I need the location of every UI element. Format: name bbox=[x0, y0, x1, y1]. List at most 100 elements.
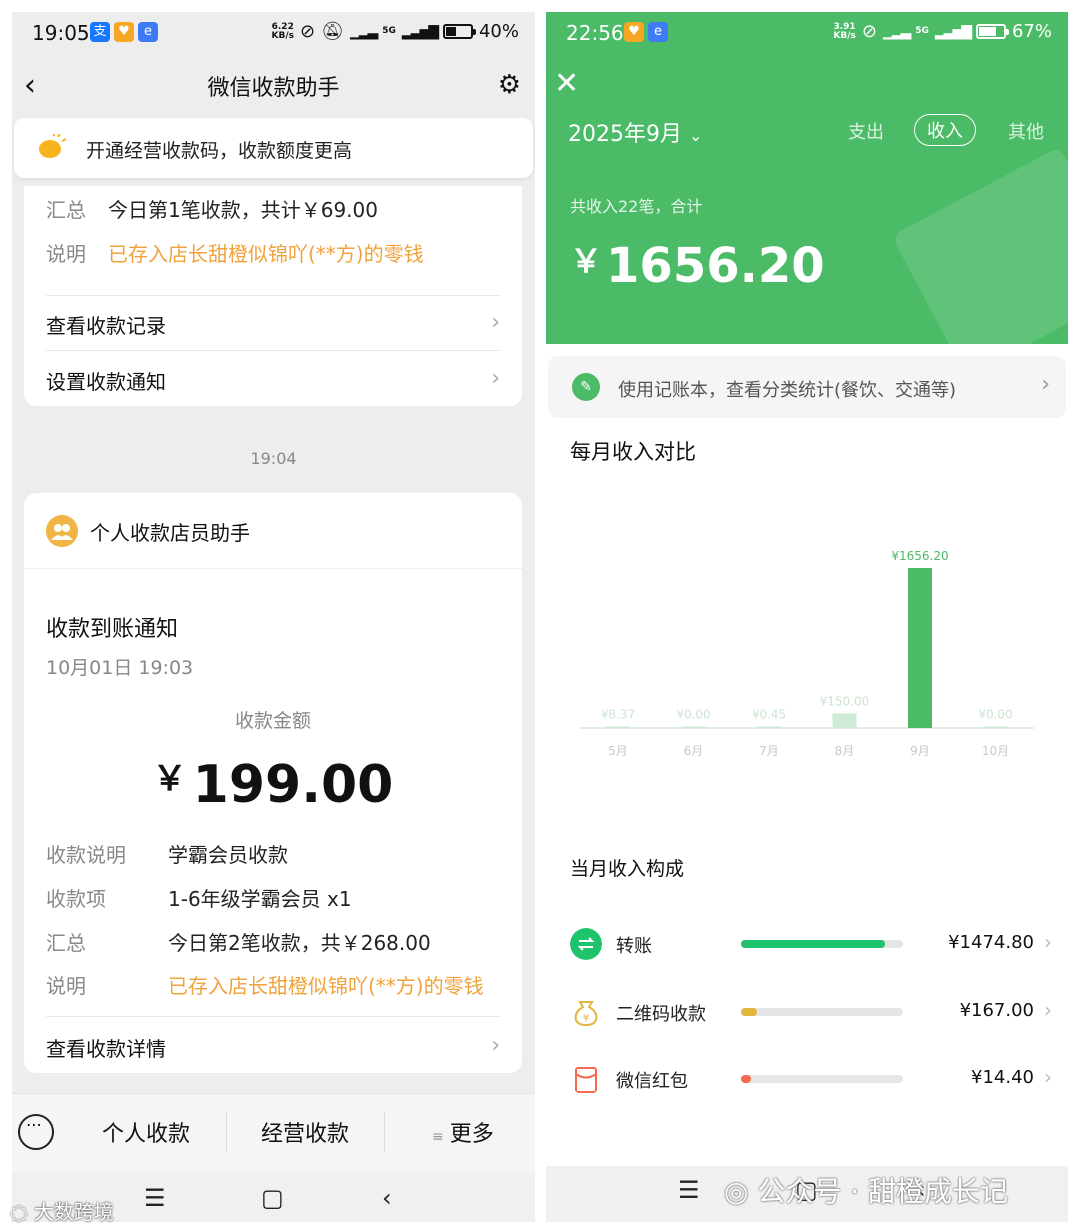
menu-more[interactable]: ≡ 更多 bbox=[432, 1116, 494, 1148]
row-key: 汇总 bbox=[46, 931, 86, 955]
composition-row-transfer[interactable]: 转账 ¥1474.80 › bbox=[546, 922, 1068, 972]
receipt-decoration bbox=[891, 146, 1068, 344]
status-app-icons: 支 ♥ e bbox=[90, 22, 158, 42]
link-label: 设置收款通知 bbox=[46, 370, 166, 394]
network-type: 5G bbox=[915, 26, 929, 36]
bar-1 bbox=[681, 726, 706, 728]
view-detail-link[interactable]: 查看收款详情 › bbox=[46, 1033, 500, 1087]
back-nav-icon[interactable]: ‹ bbox=[382, 1184, 392, 1212]
chat-timestamp: 19:04 bbox=[250, 449, 297, 468]
composition-bar bbox=[741, 1008, 903, 1016]
bar-4 bbox=[908, 568, 932, 728]
menu-separator bbox=[384, 1112, 385, 1152]
x-tick-label-3: 8月 bbox=[835, 744, 855, 758]
assistant-avatar-icon bbox=[46, 515, 78, 547]
bar-3 bbox=[832, 713, 857, 728]
x-tick-label-0: 5月 bbox=[608, 744, 628, 758]
bar-0 bbox=[606, 726, 630, 728]
battery-level: 67% bbox=[1011, 21, 1052, 42]
battery-icon bbox=[975, 24, 1009, 39]
income-summary: 共收入22笔，合计 bbox=[570, 197, 703, 216]
merchant-code-banner[interactable]: 开通经营收款码，收款额度更高 bbox=[14, 118, 533, 178]
previous-payment-card: 汇总 今日第1笔收款，共计￥69.00 说明 已存入店长甜橙似锦吖(**方)的零… bbox=[24, 186, 522, 406]
composition-value: ¥14.40 bbox=[971, 1067, 1034, 1088]
month-label: 2025年9月 bbox=[568, 122, 682, 147]
qr-money-bag-icon: ¥ bbox=[574, 1001, 598, 1027]
nav-bar: ‹ 微信收款助手 ⚙ bbox=[12, 60, 535, 108]
chevron-right-icon: › bbox=[1044, 998, 1052, 1022]
chevron-right-icon: › bbox=[1044, 930, 1052, 954]
divider bbox=[46, 1016, 500, 1017]
alipay-icon: 支 bbox=[90, 22, 110, 42]
bar-5 bbox=[983, 726, 1008, 728]
mute-icon: 🔕︎ bbox=[321, 21, 344, 42]
view-records-link[interactable]: 查看收款记录 › bbox=[46, 310, 500, 364]
chevron-down-icon: ⌄ bbox=[689, 126, 703, 145]
card-title: 个人收款店员助手 bbox=[90, 521, 250, 545]
row-key: 说明 bbox=[46, 242, 86, 266]
payment-desc-row: 收款说明 学霸会员收款 bbox=[46, 839, 288, 868]
watermark-right: ◎ 公众号 · 甜橙成长记 bbox=[724, 1175, 1009, 1208]
card-header: 个人收款店员助手 bbox=[24, 493, 522, 569]
menu-icon[interactable]: ☰ bbox=[678, 1176, 700, 1204]
menu-list-icon: ≡ bbox=[432, 1129, 444, 1145]
status-app-icons: ♥ e bbox=[624, 22, 668, 42]
status-bar: 22:56 ♥ e 3.91 KB/s ⊘ ▁▂▃ 5G ▂▃▅▇ 67% bbox=[546, 12, 1068, 52]
notice-date: 10月01日 19:03 bbox=[46, 657, 194, 679]
chevron-right-icon: › bbox=[491, 310, 500, 335]
row-value: 今日第2笔收款，共￥268.00 bbox=[168, 931, 431, 955]
tab-expense[interactable]: 支出 bbox=[848, 118, 884, 144]
menu-personal-payment[interactable]: 个人收款 bbox=[102, 1116, 190, 1148]
ledger-tip-text: 使用记账本，查看分类统计(餐饮、交通等) bbox=[618, 380, 957, 401]
row-key: 收款说明 bbox=[46, 843, 126, 867]
net-speed: 6.22 KB/s bbox=[271, 21, 294, 41]
composition-title: 当月收入构成 bbox=[570, 858, 685, 880]
divider bbox=[46, 350, 500, 351]
composition-row-redpacket[interactable]: 微信红包 ¥14.40 › bbox=[546, 1057, 1068, 1107]
month-selector[interactable]: 2025年9月 ⌄ bbox=[568, 116, 702, 148]
status-right: 6.22 KB/s ⊘ 🔕︎ ▁▂▃ 5G ▂▃▅▇ 40% bbox=[272, 21, 520, 42]
row-value: 今日第1笔收款，共计￥69.00 bbox=[108, 198, 378, 222]
link-icon: ⊘ bbox=[861, 21, 877, 42]
income-total: ￥1656.20 bbox=[570, 238, 825, 294]
payment-notify-settings-link[interactable]: 设置收款通知 › bbox=[46, 366, 500, 420]
row-key: 汇总 bbox=[46, 198, 86, 222]
home-icon[interactable]: ▢ bbox=[261, 1184, 284, 1212]
bar-value-label-4: ¥1656.20 bbox=[891, 549, 948, 563]
signal-icon: ▁▂▃ bbox=[882, 23, 911, 40]
row-value: 已存入店长甜橙似锦吖(**方)的零钱 bbox=[108, 242, 424, 266]
close-icon[interactable]: ✕ bbox=[554, 66, 579, 101]
x-tick-label-1: 6月 bbox=[684, 744, 704, 758]
link-icon: ⊘ bbox=[299, 21, 316, 42]
status-bar: 19:05 支 ♥ e 6.22 KB/s ⊘ 🔕︎ ▁▂▃ 5G ▂▃▅▇ 40… bbox=[12, 12, 535, 52]
row-value: 学霸会员收款 bbox=[168, 843, 288, 867]
net-speed: 3.91 KB/s bbox=[833, 21, 856, 41]
network-type: 5G bbox=[382, 26, 396, 36]
status-time: 19:05 bbox=[32, 21, 90, 45]
chevron-right-icon: › bbox=[491, 1033, 500, 1058]
gear-icon[interactable]: ⚙ bbox=[498, 70, 521, 100]
composition-bar bbox=[741, 940, 903, 948]
svg-text:¥: ¥ bbox=[583, 1013, 589, 1024]
watermark-logo-icon: ◌ bbox=[10, 1200, 28, 1224]
battery-level: 40% bbox=[478, 21, 519, 42]
keyboard-icon[interactable] bbox=[18, 1114, 54, 1150]
right-phone-screen: 22:56 ♥ e 3.91 KB/s ⊘ ▁▂▃ 5G ▂▃▅▇ 67% ✕ 2… bbox=[546, 12, 1068, 1222]
ledger-icon: ✎ bbox=[572, 373, 600, 401]
menu-business-payment[interactable]: 经营收款 bbox=[261, 1116, 349, 1148]
watermark-left: ◌ 大数跨境 bbox=[10, 1200, 114, 1224]
status-time: 22:56 bbox=[566, 21, 624, 45]
chevron-right-icon: › bbox=[491, 366, 500, 391]
ledger-tip-bar[interactable]: ✎ 使用记账本，查看分类统计(餐饮、交通等) › bbox=[548, 356, 1066, 418]
composition-label: 二维码收款 bbox=[616, 1004, 706, 1025]
tab-other[interactable]: 其他 bbox=[1008, 118, 1044, 144]
row-key: 收款项 bbox=[46, 887, 106, 911]
composition-bar-fill bbox=[741, 1008, 758, 1016]
tab-income[interactable]: 收入 bbox=[914, 114, 976, 146]
red-packet-icon bbox=[575, 1067, 597, 1093]
banner-text: 开通经营收款码，收款额度更高 bbox=[86, 140, 353, 162]
composition-row-qrcode[interactable]: ¥ 二维码收款 ¥167.00 › bbox=[546, 990, 1068, 1040]
menu-icon[interactable]: ☰ bbox=[144, 1184, 166, 1212]
battery-icon bbox=[442, 24, 476, 39]
link-label: 查看收款详情 bbox=[46, 1037, 166, 1061]
